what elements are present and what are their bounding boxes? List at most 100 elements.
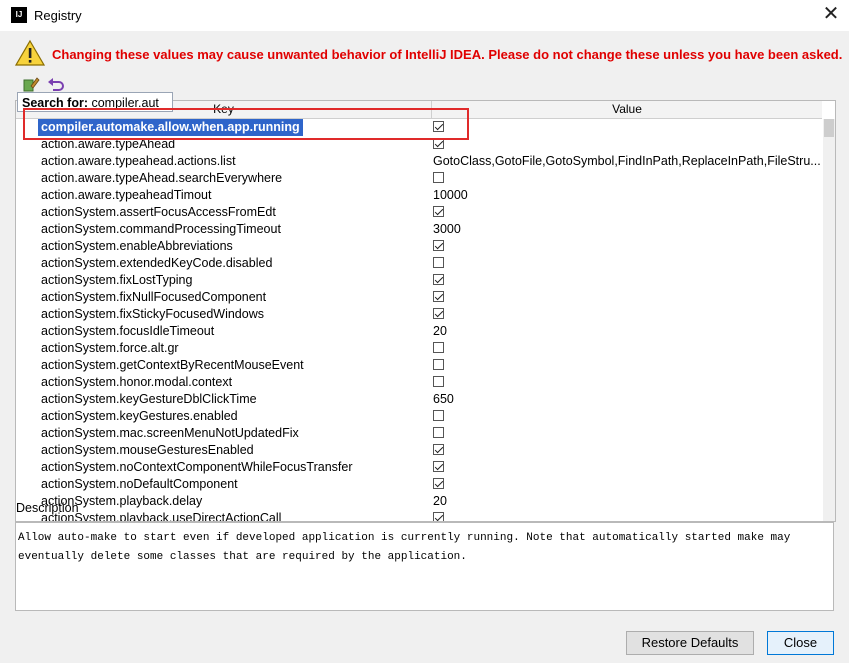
registry-value-checkbox[interactable]	[433, 442, 823, 459]
checkbox-checked[interactable]	[433, 240, 444, 251]
registry-value-checkbox[interactable]	[433, 255, 823, 272]
checkbox-checked[interactable]	[433, 308, 444, 319]
registry-value-checkbox[interactable]	[433, 340, 823, 357]
table-row[interactable]: actionSystem.noDefaultComponent	[16, 476, 822, 493]
registry-value-checkbox[interactable]	[433, 119, 823, 136]
checkbox-unchecked[interactable]	[433, 342, 444, 353]
registry-value-checkbox[interactable]	[433, 272, 823, 289]
checkbox-checked[interactable]	[433, 274, 444, 285]
column-header-value[interactable]: Value	[432, 101, 822, 118]
registry-key: action.aware.typeaheadTimout	[41, 188, 212, 202]
table-row[interactable]: action.aware.typeAhead.searchEverywhere	[16, 170, 822, 187]
registry-key: actionSystem.enableAbbreviations	[41, 239, 233, 253]
warning-message: Changing these values may cause unwanted…	[52, 47, 843, 62]
scrollbar-thumb[interactable]	[824, 119, 834, 137]
table-row[interactable]: actionSystem.mac.screenMenuNotUpdatedFix	[16, 425, 822, 442]
table-row[interactable]: actionSystem.fixNullFocusedComponent	[16, 289, 822, 306]
description-text: Allow auto-make to start even if develop…	[18, 532, 791, 563]
table-row[interactable]: actionSystem.noContextComponentWhileFocu…	[16, 459, 822, 476]
registry-key: actionSystem.fixLostTyping	[41, 273, 193, 287]
registry-key: actionSystem.noDefaultComponent	[41, 477, 238, 491]
table-row[interactable]: actionSystem.focusIdleTimeout 20	[16, 323, 822, 340]
checkbox-unchecked[interactable]	[433, 359, 444, 370]
registry-key: actionSystem.getContextByRecentMouseEven…	[41, 358, 304, 372]
table-row[interactable]: actionSystem.extendedKeyCode.disabled	[16, 255, 822, 272]
checkbox-unchecked[interactable]	[433, 172, 444, 183]
window-close-button[interactable]: ✕	[819, 3, 843, 27]
registry-key: actionSystem.commandProcessingTimeout	[41, 222, 281, 236]
checkbox-checked[interactable]	[433, 206, 444, 217]
registry-value-text[interactable]: GotoClass,GotoFile,GotoSymbol,FindInPath…	[433, 153, 823, 170]
edit-icon[interactable]	[22, 75, 40, 93]
table-row[interactable]: actionSystem.fixLostTyping	[16, 272, 822, 289]
registry-key: action.aware.typeAhead.searchEverywhere	[41, 171, 283, 185]
vertical-scrollbar[interactable]	[823, 119, 835, 521]
registry-key: actionSystem.focusIdleTimeout	[41, 324, 215, 338]
table-row[interactable]: actionSystem.keyGestureDblClickTime 650	[16, 391, 822, 408]
registry-value-text[interactable]: 650	[433, 391, 823, 408]
checkbox-unchecked[interactable]	[433, 410, 444, 421]
registry-value-checkbox[interactable]	[433, 136, 823, 153]
registry-key: actionSystem.fixStickyFocusedWindows	[41, 307, 264, 321]
registry-value-checkbox[interactable]	[433, 289, 823, 306]
checkbox-checked[interactable]	[433, 478, 444, 489]
undo-icon[interactable]	[47, 75, 65, 93]
registry-value-checkbox[interactable]	[433, 306, 823, 323]
registry-value-checkbox[interactable]	[433, 476, 823, 493]
registry-key: actionSystem.mac.screenMenuNotUpdatedFix	[41, 426, 299, 440]
table-row[interactable]: actionSystem.keyGestures.enabled	[16, 408, 822, 425]
registry-value-checkbox[interactable]	[433, 374, 823, 391]
close-button[interactable]: Close	[767, 631, 834, 655]
registry-key: actionSystem.extendedKeyCode.disabled	[41, 256, 273, 270]
registry-key: actionSystem.force.alt.gr	[41, 341, 179, 355]
description-box: Allow auto-make to start even if develop…	[15, 522, 834, 611]
table-row[interactable]: actionSystem.mouseGesturesEnabled	[16, 442, 822, 459]
restore-defaults-button[interactable]: Restore Defaults	[626, 631, 754, 655]
table-row[interactable]: actionSystem.playback.useDirectActionCal…	[16, 510, 823, 521]
table-row[interactable]: action.aware.typeaheadTimout 10000	[16, 187, 822, 204]
checkbox-unchecked[interactable]	[433, 376, 444, 387]
registry-value-text[interactable]: 20	[433, 323, 823, 340]
registry-key: actionSystem.mouseGesturesEnabled	[41, 443, 254, 457]
registry-key: actionSystem.assertFocusAccessFromEdt	[41, 205, 276, 219]
registry-key: action.aware.typeahead.actions.list	[41, 154, 236, 168]
title-bar: IJ Registry ✕	[0, 0, 849, 31]
registry-value-checkbox[interactable]	[433, 170, 823, 187]
registry-key: actionSystem.honor.modal.context	[41, 375, 233, 389]
registry-key: actionSystem.fixNullFocusedComponent	[41, 290, 267, 304]
warning-icon	[15, 39, 45, 66]
registry-key: actionSystem.keyGestureDblClickTime	[41, 392, 257, 406]
registry-value-checkbox[interactable]	[433, 238, 823, 255]
intellij-logo-icon: IJ	[11, 7, 27, 23]
table-row[interactable]: actionSystem.fixStickyFocusedWindows	[16, 306, 822, 323]
table-body: compiler.automake.allow.when.app.running…	[16, 119, 823, 521]
annotation-highlight-box	[23, 108, 469, 140]
table-row[interactable]: actionSystem.playback.delay 20	[16, 493, 822, 510]
checkbox-checked[interactable]	[433, 291, 444, 302]
table-row[interactable]: actionSystem.force.alt.gr	[16, 340, 822, 357]
registry-table: Key Value compiler.automake.allow.when.a…	[15, 100, 836, 522]
checkbox-unchecked[interactable]	[433, 257, 444, 268]
registry-value-checkbox[interactable]	[433, 408, 823, 425]
registry-value-checkbox[interactable]	[433, 204, 823, 221]
registry-value-text[interactable]: 20	[433, 493, 823, 510]
table-row[interactable]: actionSystem.honor.modal.context	[16, 374, 822, 391]
registry-value-checkbox[interactable]	[433, 510, 823, 521]
checkbox-checked[interactable]	[433, 444, 444, 455]
registry-value-checkbox[interactable]	[433, 459, 823, 476]
table-row[interactable]: actionSystem.commandProcessingTimeout 300…	[16, 221, 822, 238]
table-row[interactable]: actionSystem.enableAbbreviations	[16, 238, 822, 255]
registry-value-text[interactable]: 3000	[433, 221, 823, 238]
table-row[interactable]: actionSystem.assertFocusAccessFromEdt	[16, 204, 822, 221]
registry-value-checkbox[interactable]	[433, 425, 823, 442]
checkbox-unchecked[interactable]	[433, 427, 444, 438]
checkbox-checked[interactable]	[433, 461, 444, 472]
registry-key: actionSystem.keyGestures.enabled	[41, 409, 238, 423]
registry-key: actionSystem.noContextComponentWhileFocu…	[41, 460, 353, 474]
window-title: Registry	[34, 8, 82, 23]
table-row[interactable]: actionSystem.getContextByRecentMouseEven…	[16, 357, 822, 374]
table-row[interactable]: action.aware.typeahead.actions.list GotoC…	[16, 153, 822, 170]
checkbox-checked[interactable]	[433, 512, 444, 521]
registry-value-text[interactable]: 10000	[433, 187, 823, 204]
registry-value-checkbox[interactable]	[433, 357, 823, 374]
